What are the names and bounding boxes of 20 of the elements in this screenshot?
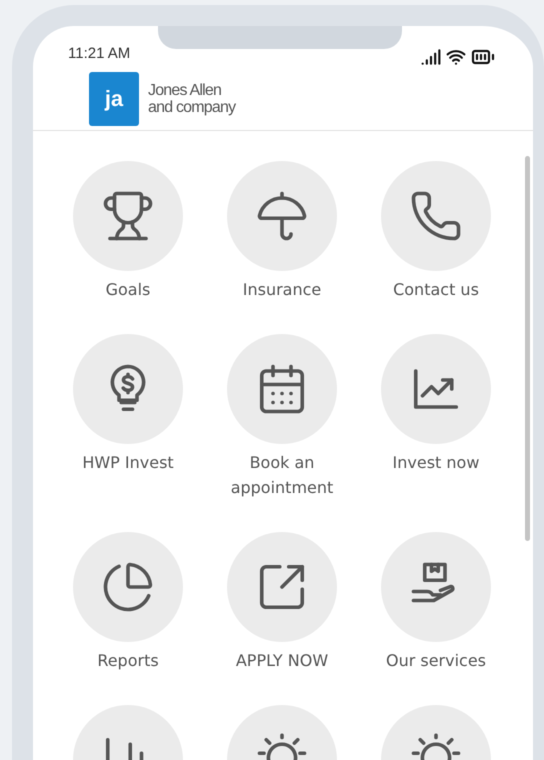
company-name: Jones Allen xyxy=(148,82,222,99)
company-name: and company xyxy=(148,99,236,116)
tile-label: Reports xyxy=(96,650,160,672)
trophy-icon xyxy=(101,189,155,243)
logo-mark: ja xyxy=(89,72,139,126)
tile-label: Contact us xyxy=(392,279,480,301)
phone-icon xyxy=(409,189,463,243)
wifi-icon xyxy=(446,47,466,67)
status-time: 11:21 AM xyxy=(68,44,130,62)
tile-label: APPLY NOW xyxy=(234,650,330,672)
signal-icon xyxy=(421,47,441,67)
tile-label: HWP Invest xyxy=(81,452,175,474)
tile-label: Goals xyxy=(104,279,152,301)
tile-label: Book an appointment xyxy=(230,452,334,499)
umbrella-icon xyxy=(255,189,309,243)
tile-label: Invest now xyxy=(392,452,480,474)
tile-label: Insurance xyxy=(242,279,322,301)
tile-label: Our services xyxy=(384,650,488,672)
pie-chart-icon xyxy=(101,560,155,614)
scrollbar[interactable] xyxy=(525,156,530,541)
